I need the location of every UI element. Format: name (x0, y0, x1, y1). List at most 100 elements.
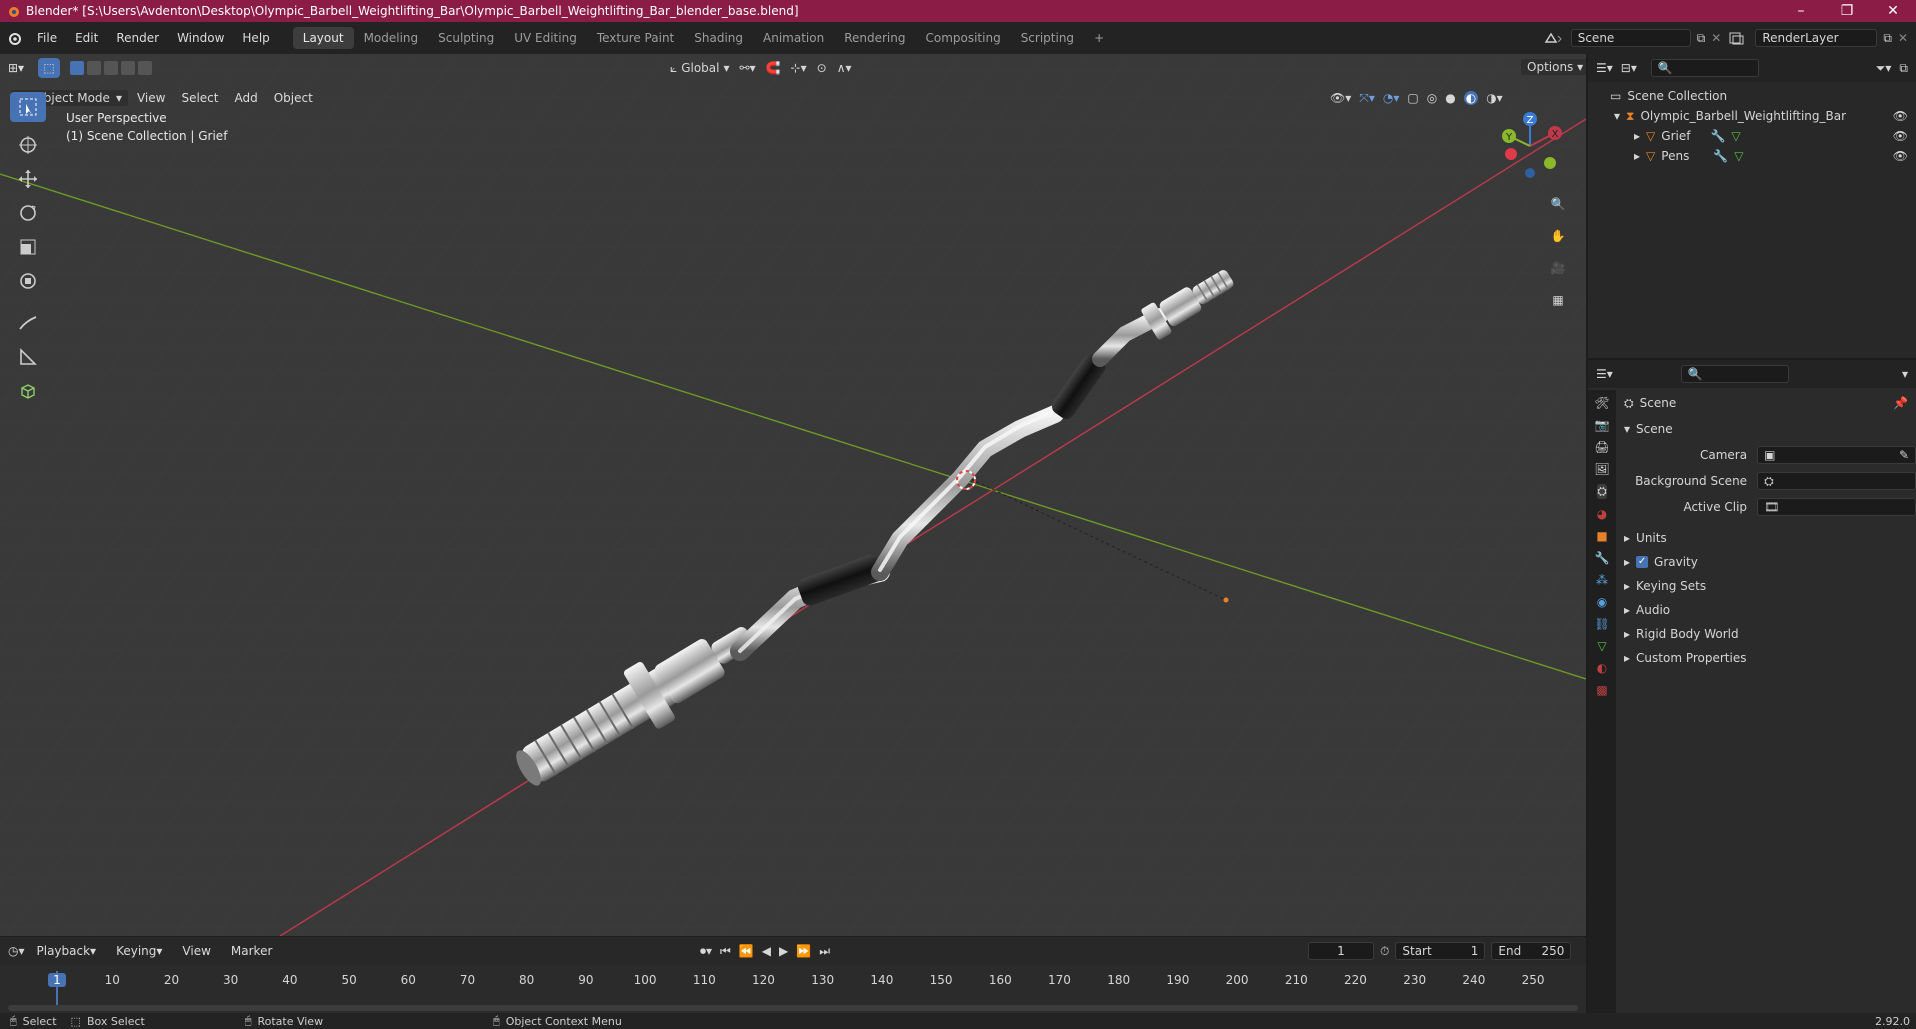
auto-keying-icon[interactable]: ⏺▾ (700, 944, 712, 959)
tab-compositing[interactable]: Compositing (915, 27, 1010, 49)
timeline-editor-type-icon[interactable]: ◷▾ (8, 944, 25, 958)
snap-icon[interactable]: 🧲 (766, 61, 781, 75)
select-box-tool-icon[interactable] (10, 92, 46, 122)
properties-search-input[interactable]: 🔍 (1680, 365, 1789, 383)
options-dropdown[interactable]: Options ▾ (1520, 58, 1586, 76)
tab-animation[interactable]: Animation (753, 27, 834, 49)
close-button[interactable]: ✕ (1870, 3, 1916, 19)
keying-sets-panel-header[interactable]: ▸ Keying Sets (1618, 574, 1916, 598)
tab-rendering[interactable]: Rendering (834, 27, 915, 49)
tab-modeling[interactable]: Modeling (354, 27, 429, 49)
menu-timeline-view[interactable]: View (174, 942, 218, 960)
add-cube-tool-icon[interactable] (10, 374, 46, 408)
menu-file[interactable]: File (28, 31, 66, 45)
scale-tool-icon[interactable] (10, 230, 46, 264)
proportional-edit-icon[interactable]: ⊙ (817, 61, 827, 75)
visibility-eye-icon[interactable]: 👁 (1893, 109, 1908, 123)
eyedropper-icon[interactable]: ✎ (1899, 448, 1909, 462)
minimize-button[interactable]: – (1778, 3, 1824, 19)
maximize-button[interactable]: ❐ (1824, 3, 1870, 19)
scene-icon[interactable] (1543, 30, 1565, 46)
zoom-icon[interactable]: 🔍 (1546, 192, 1570, 216)
object-tab-icon[interactable]: ■ (1596, 529, 1607, 543)
visibility-icon[interactable]: 👁▾ (1330, 91, 1351, 105)
outliner-search-input[interactable]: 🔍 (1650, 59, 1759, 77)
select-subtract-icon[interactable] (104, 61, 119, 75)
snap-target-icon[interactable]: ⊹▾ (791, 61, 807, 75)
scene-panel-header[interactable]: ▾ Scene (1618, 416, 1916, 442)
view-layer-tab-icon[interactable]: 🖼 (1594, 462, 1609, 476)
texture-tab-icon[interactable]: ▩ (1596, 683, 1607, 697)
chevron-down-icon[interactable]: ▾ (1902, 367, 1908, 381)
select-intersect-icon[interactable] (138, 61, 153, 75)
gravity-checkbox[interactable]: ✓ (1636, 556, 1649, 568)
modifier-wrench-icon[interactable]: 🔧 (1710, 129, 1725, 143)
tab-sculpting[interactable]: Sculpting (428, 27, 504, 49)
select-invert-icon[interactable] (121, 61, 136, 75)
timeline-ruler[interactable]: 1 10 20 30 40 50 60 70 80 90 100 110 120 130 140 150 160… (0, 965, 1586, 1013)
outliner-editor-type-icon[interactable]: ☰▾ (1596, 61, 1613, 75)
menu-view[interactable]: View (129, 89, 173, 107)
new-scene-icon[interactable]: ⧉ (1697, 31, 1706, 46)
start-frame-input[interactable]: Start 1 (1395, 942, 1486, 960)
new-layer-icon[interactable]: ⧉ (1883, 31, 1892, 46)
menu-keying[interactable]: Keying▾ (108, 942, 170, 960)
select-tool-mode-icon[interactable]: ⬚ (38, 58, 61, 78)
tab-layout[interactable]: Layout (292, 27, 354, 49)
menu-object[interactable]: Object (266, 89, 321, 107)
select-new-icon[interactable] (70, 61, 85, 75)
background-scene-field[interactable]: ⛭ (1757, 472, 1916, 490)
falloff-icon[interactable]: ∧▾ (837, 61, 852, 75)
scene-tab-icon[interactable]: ⛭ (1597, 484, 1607, 499)
play-reverse-icon[interactable]: ◀ (762, 944, 771, 958)
camera-field[interactable]: ▣ ✎ (1757, 446, 1916, 464)
delete-scene-icon[interactable]: ✕ (1711, 31, 1721, 45)
rigid-body-panel-header[interactable]: ▸ Rigid Body World (1618, 622, 1916, 646)
properties-editor-type-icon[interactable]: ☰▾ (1596, 367, 1613, 381)
new-collection-icon[interactable]: ⧉ (1899, 61, 1908, 76)
active-clip-field[interactable]: 🎞 (1757, 498, 1916, 516)
pivot-point-icon[interactable]: ⚯▾ (740, 61, 756, 75)
jump-start-icon[interactable]: ⏮ (720, 944, 731, 959)
rendered-shading-icon[interactable]: ◑▾ (1486, 91, 1503, 105)
mesh-data-icon[interactable]: ▽ (1731, 129, 1740, 143)
menu-render[interactable]: Render (107, 31, 168, 45)
gravity-panel-header[interactable]: ▸ ✓ Gravity (1618, 550, 1916, 574)
measure-tool-icon[interactable] (10, 340, 46, 374)
delete-layer-icon[interactable]: ✕ (1898, 31, 1908, 45)
gizmo-icon[interactable]: ⤧▾ (1359, 91, 1375, 106)
blender-menu-icon[interactable] (0, 29, 28, 47)
jump-keyframe-back-icon[interactable]: ⏪ (739, 944, 754, 958)
timeline-scrollbar[interactable] (8, 1005, 1578, 1011)
menu-edit[interactable]: Edit (66, 31, 107, 45)
menu-help[interactable]: Help (233, 31, 278, 45)
tab-texture-paint[interactable]: Texture Paint (587, 27, 684, 49)
expand-arrow-icon[interactable]: ▸ (1634, 129, 1640, 143)
tab-scripting[interactable]: Scripting (1011, 27, 1084, 49)
navigation-gizmo[interactable]: Z X Y (1495, 111, 1565, 181)
clock-icon[interactable]: ⏱ (1380, 944, 1389, 959)
outliner-object-grief[interactable]: ▸ ▽ Grief 🔧 ▽ 👁 (1588, 126, 1916, 146)
annotate-tool-icon[interactable] (10, 306, 46, 340)
modifiers-tab-icon[interactable]: 🔧 (1595, 551, 1610, 565)
tab-uv-editing[interactable]: UV Editing (504, 27, 587, 49)
3d-viewport[interactable]: ⊞▾ ⬚ ⟀Global▾ ⚯▾ 🧲 ⊹▾ ⊙ ∧▾ Options ▾ ▣ (0, 54, 1586, 936)
pan-hand-icon[interactable]: ✋ (1546, 224, 1570, 248)
menu-playback[interactable]: Playback▾ (29, 942, 105, 960)
select-extend-icon[interactable] (87, 61, 102, 75)
play-icon[interactable]: ▶ (779, 944, 788, 958)
display-mode-icon[interactable]: ⊟▾ (1621, 61, 1637, 75)
constraints-tab-icon[interactable]: ⛓ (1594, 617, 1609, 631)
visibility-eye-icon[interactable]: 👁 (1893, 149, 1908, 163)
current-frame-input[interactable]: 1 (1308, 942, 1374, 960)
render-tab-icon[interactable]: 📷 (1595, 418, 1610, 432)
physics-tab-icon[interactable]: ◉ (1597, 595, 1607, 609)
rotate-tool-icon[interactable] (10, 196, 46, 230)
tool-tab-icon[interactable]: 🛠 (1594, 396, 1609, 410)
expand-arrow-icon[interactable]: ▸ (1634, 149, 1640, 163)
tab-shading[interactable]: Shading (684, 27, 753, 49)
custom-properties-panel-header[interactable]: ▸ Custom Properties (1618, 646, 1916, 670)
cursor-tool-icon[interactable] (10, 128, 46, 162)
mesh-data-icon[interactable]: ▽ (1734, 149, 1743, 163)
collapse-arrow-icon[interactable]: ▾ (1614, 109, 1620, 123)
